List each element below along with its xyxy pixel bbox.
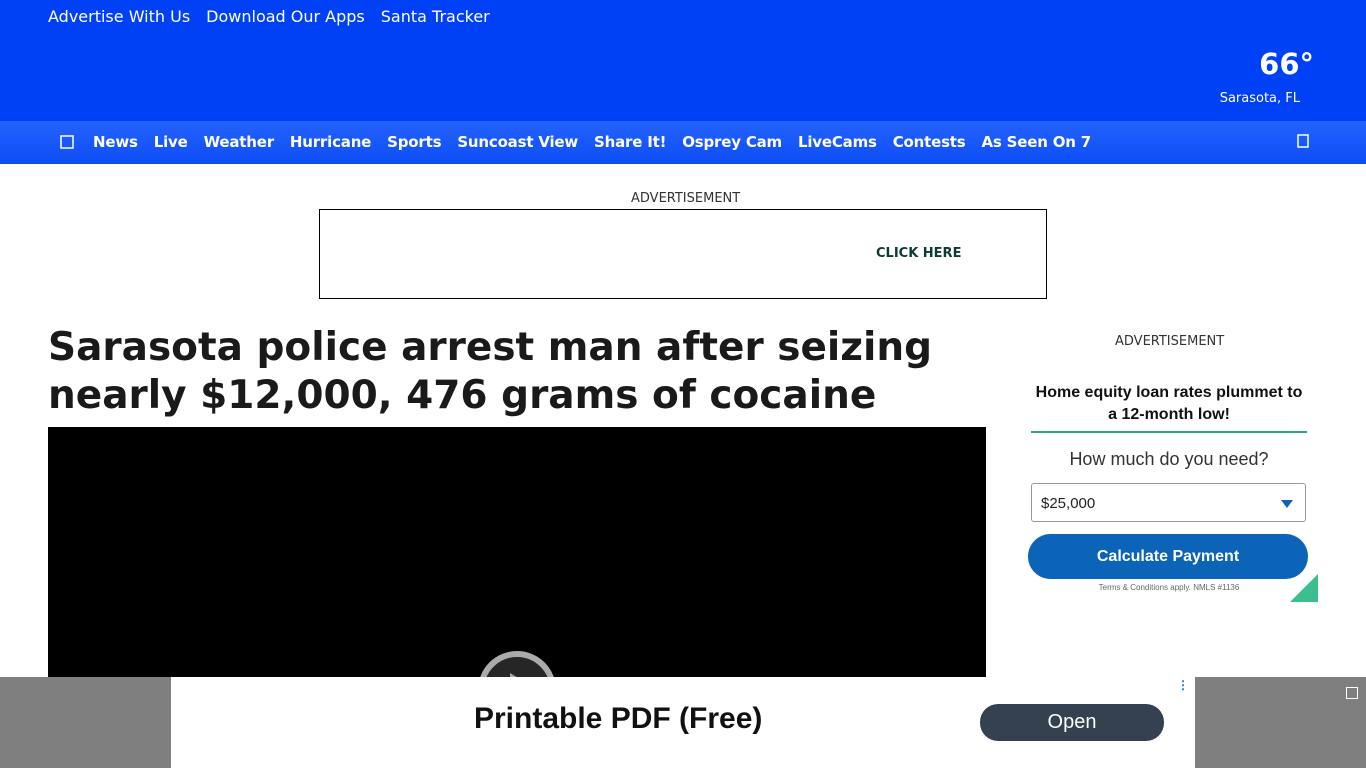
santa-tracker-link[interactable]: Santa Tracker bbox=[381, 7, 490, 26]
banner-ad-cta[interactable]: CLICK HERE bbox=[876, 246, 961, 261]
bottom-ad-title: Printable PDF (Free) bbox=[474, 702, 763, 735]
menu-icon[interactable] bbox=[57, 132, 77, 152]
side-ad-terms: Terms & Conditions apply. NMLS #1136 bbox=[1098, 583, 1240, 592]
nav-item-weather[interactable]: Weather bbox=[204, 133, 275, 151]
chevron-down-icon bbox=[1281, 500, 1293, 508]
calculate-payment-button[interactable]: Calculate Payment bbox=[1028, 534, 1308, 579]
side-ad-label: ADVERTISEMENT bbox=[1115, 334, 1225, 349]
banner-ad-label: ADVERTISEMENT bbox=[631, 191, 741, 206]
bottom-ad-overlay: Printable PDF (Free) Open ⋮ bbox=[0, 677, 1366, 768]
nav-item-as-seen-on-7[interactable]: As Seen On 7 bbox=[982, 133, 1092, 151]
banner-ad[interactable]: CLICK HERE bbox=[319, 209, 1047, 299]
nav-item-sports[interactable]: Sports bbox=[387, 133, 441, 151]
weather-location: Sarasota, FL bbox=[1219, 91, 1300, 106]
weather-widget[interactable]: 66° Sarasota, FL bbox=[1219, 47, 1314, 107]
advertise-link[interactable]: Advertise With Us bbox=[48, 7, 190, 26]
nav-item-live[interactable]: Live bbox=[154, 133, 188, 151]
main-nav: News Live Weather Hurricane Sports Sunco… bbox=[0, 121, 1366, 164]
nav-items: News Live Weather Hurricane Sports Sunco… bbox=[93, 133, 1091, 151]
nav-item-hurricane[interactable]: Hurricane bbox=[290, 133, 371, 151]
amount-select-value: $25,000 bbox=[1041, 495, 1096, 512]
download-apps-link[interactable]: Download Our Apps bbox=[206, 7, 365, 26]
open-button[interactable]: Open bbox=[980, 704, 1164, 741]
weather-temperature: 66° bbox=[1259, 47, 1314, 81]
amount-select[interactable]: $25,000 bbox=[1031, 483, 1306, 522]
nav-item-share-it[interactable]: Share It! bbox=[594, 133, 666, 151]
close-icon[interactable] bbox=[1346, 687, 1358, 699]
side-ad-question: How much do you need? bbox=[1069, 449, 1269, 469]
nav-item-suncoast-view[interactable]: Suncoast View bbox=[457, 133, 578, 151]
article-headline: Sarasota police arrest man after seizing… bbox=[48, 325, 933, 418]
nav-item-news[interactable]: News bbox=[93, 133, 138, 151]
search-icon[interactable] bbox=[1293, 131, 1313, 151]
side-ad[interactable]: Home equity loan rates plummet to a 12-m… bbox=[1018, 360, 1318, 602]
ad-options-icon[interactable]: ⋮ bbox=[1177, 679, 1189, 691]
side-ad-divider bbox=[1031, 431, 1307, 433]
bottom-ad[interactable]: Printable PDF (Free) Open ⋮ bbox=[171, 677, 1195, 768]
top-header: Advertise With Us Download Our Apps Sant… bbox=[0, 0, 1366, 121]
nav-item-osprey-cam[interactable]: Osprey Cam bbox=[682, 133, 782, 151]
ad-corner-icon bbox=[1290, 574, 1318, 602]
side-ad-heading: Home equity loan rates plummet to a 12-m… bbox=[1035, 384, 1303, 423]
top-links: Advertise With Us Download Our Apps Sant… bbox=[48, 7, 490, 26]
nav-item-contests[interactable]: Contests bbox=[893, 133, 966, 151]
nav-item-livecams[interactable]: LiveCams bbox=[798, 133, 877, 151]
